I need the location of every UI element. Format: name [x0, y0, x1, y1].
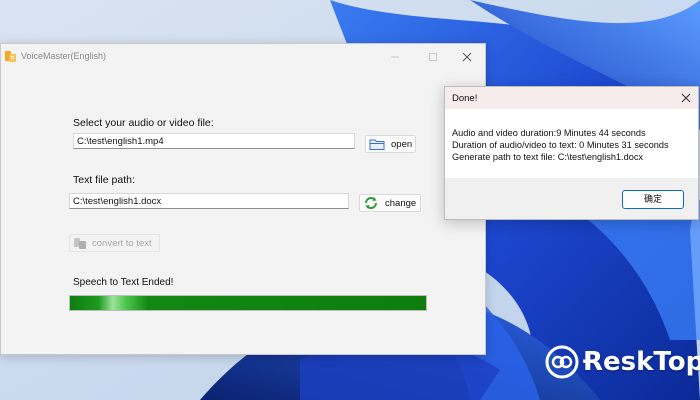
audio-file-path-input[interactable]: C:\test\english1.mp4 — [73, 133, 355, 149]
close-icon — [681, 93, 691, 103]
done-dialog: Done! Audio and video duration:9 Minutes… — [444, 86, 699, 220]
main-window: VoiceMaster(English) Select your audio o… — [0, 43, 486, 355]
minimize-icon — [391, 56, 399, 58]
dialog-title: Done! — [452, 93, 478, 104]
maximize-button[interactable] — [415, 44, 451, 70]
folder-icon — [369, 139, 385, 150]
text-file-label: Text file path: — [73, 174, 135, 186]
watermark-text: ɌeskTop — [583, 347, 700, 377]
minimize-button[interactable] — [377, 44, 413, 70]
open-label: open — [391, 138, 413, 150]
dialog-close-button[interactable] — [674, 87, 698, 109]
watermark: ɌeskTop — [545, 342, 700, 382]
close-icon — [462, 52, 472, 62]
convert-label: convert to text — [92, 237, 152, 249]
window-title: VoiceMaster(English) — [21, 51, 107, 61]
ok-button[interactable]: 确定 — [622, 190, 684, 209]
text-file-path-input[interactable]: C:\test\english1.docx — [69, 193, 349, 209]
title-bar[interactable]: VoiceMaster(English) — [1, 44, 485, 70]
dialog-message-area: Audio and video duration:9 Minutes 44 se… — [445, 109, 698, 178]
audio-file-label: Select your audio or video file: — [73, 117, 214, 129]
desktop-logo-icon — [545, 345, 579, 379]
dialog-title-bar[interactable]: Done! — [445, 87, 698, 109]
maximize-icon — [429, 53, 437, 61]
close-button[interactable] — [449, 44, 485, 70]
progress-bar-fill — [70, 296, 426, 310]
open-button[interactable]: open — [365, 135, 416, 153]
convert-icon — [74, 238, 86, 249]
convert-to-text-button[interactable]: convert to text — [69, 234, 160, 252]
refresh-icon — [365, 197, 377, 209]
change-label: change — [385, 197, 417, 209]
progress-bar — [69, 295, 427, 311]
change-button[interactable]: change — [359, 194, 421, 212]
message-duration: Audio and video duration:9 Minutes 44 se… — [452, 128, 646, 138]
message-output-path: Generate path to text file: C:\test\engl… — [452, 152, 644, 162]
message-conversion-time: Duration of audio/video to text: 0 Minut… — [452, 140, 669, 150]
voicemaster-app-icon — [5, 51, 16, 62]
status-text: Speech to Text Ended! — [73, 277, 174, 288]
